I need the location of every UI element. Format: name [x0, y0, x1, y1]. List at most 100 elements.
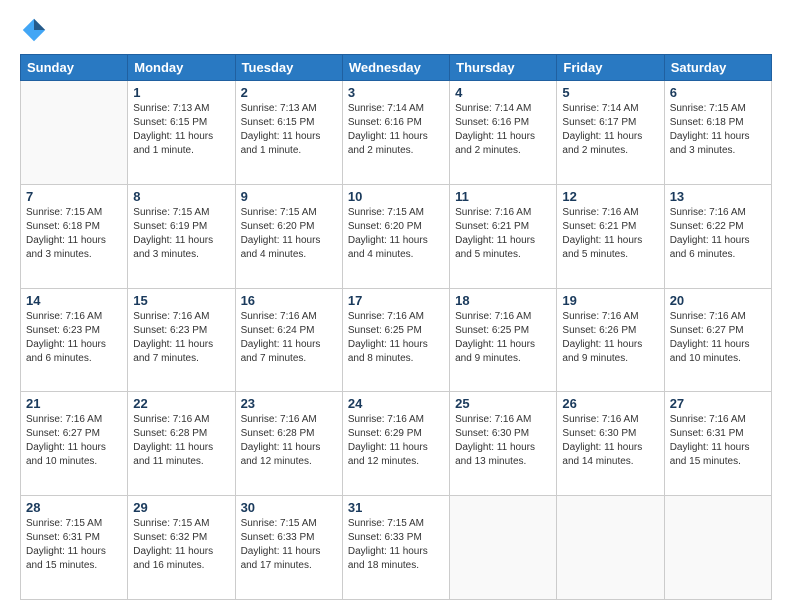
calendar-cell: 3 Sunrise: 7:14 AMSunset: 6:16 PMDaylight…	[342, 81, 449, 185]
calendar-cell: 23 Sunrise: 7:16 AMSunset: 6:28 PMDayligh…	[235, 392, 342, 496]
calendar-cell: 26 Sunrise: 7:16 AMSunset: 6:30 PMDayligh…	[557, 392, 664, 496]
calendar-cell: 11 Sunrise: 7:16 AMSunset: 6:21 PMDayligh…	[450, 184, 557, 288]
day-info: Sunrise: 7:16 AMSunset: 6:23 PMDaylight:…	[133, 310, 229, 366]
logo-icon	[20, 16, 48, 44]
weekday-header-thursday: Thursday	[450, 55, 557, 81]
calendar-week-row: 28 Sunrise: 7:15 AMSunset: 6:31 PMDayligh…	[21, 496, 772, 600]
weekday-header-monday: Monday	[128, 55, 235, 81]
day-number: 22	[133, 396, 229, 411]
day-info: Sunrise: 7:15 AMSunset: 6:19 PMDaylight:…	[133, 206, 229, 262]
day-info: Sunrise: 7:14 AMSunset: 6:16 PMDaylight:…	[455, 102, 551, 158]
calendar-cell: 31Sunrise: 7:15 AMSunset: 6:33 PMDayligh…	[342, 496, 449, 600]
day-number: 13	[670, 189, 766, 204]
day-number: 30	[241, 500, 337, 515]
day-number: 27	[670, 396, 766, 411]
day-info: Sunrise: 7:15 AMSunset: 6:20 PMDaylight:…	[348, 206, 444, 262]
day-info: Sunrise: 7:16 AMSunset: 6:24 PMDaylight:…	[241, 310, 337, 366]
day-info: Sunrise: 7:16 AMSunset: 6:27 PMDaylight:…	[670, 310, 766, 366]
calendar-cell: 25 Sunrise: 7:16 AMSunset: 6:30 PMDayligh…	[450, 392, 557, 496]
day-number: 7	[26, 189, 122, 204]
day-number: 25	[455, 396, 551, 411]
calendar-cell: 2 Sunrise: 7:13 AMSunset: 6:15 PMDaylight…	[235, 81, 342, 185]
calendar-cell: 24Sunrise: 7:16 AMSunset: 6:29 PMDayligh…	[342, 392, 449, 496]
day-number: 1	[133, 85, 229, 100]
header	[20, 16, 772, 44]
calendar-cell: 29 Sunrise: 7:15 AMSunset: 6:32 PMDayligh…	[128, 496, 235, 600]
calendar-cell: 14 Sunrise: 7:16 AMSunset: 6:23 PMDayligh…	[21, 288, 128, 392]
calendar-cell: 18 Sunrise: 7:16 AMSunset: 6:25 PMDayligh…	[450, 288, 557, 392]
calendar-cell: 1Sunrise: 7:13 AMSunset: 6:15 PMDaylight…	[128, 81, 235, 185]
day-number: 23	[241, 396, 337, 411]
calendar-cell	[21, 81, 128, 185]
calendar-cell: 16 Sunrise: 7:16 AMSunset: 6:24 PMDayligh…	[235, 288, 342, 392]
day-number: 2	[241, 85, 337, 100]
day-info: Sunrise: 7:15 AMSunset: 6:32 PMDaylight:…	[133, 517, 229, 573]
weekday-header-saturday: Saturday	[664, 55, 771, 81]
calendar-cell: 9Sunrise: 7:15 AMSunset: 6:20 PMDaylight…	[235, 184, 342, 288]
day-info: Sunrise: 7:15 AMSunset: 6:18 PMDaylight:…	[670, 102, 766, 158]
day-number: 28	[26, 500, 122, 515]
calendar-cell: 15 Sunrise: 7:16 AMSunset: 6:23 PMDayligh…	[128, 288, 235, 392]
day-number: 26	[562, 396, 658, 411]
day-info: Sunrise: 7:16 AMSunset: 6:21 PMDaylight:…	[455, 206, 551, 262]
day-number: 12	[562, 189, 658, 204]
day-info: Sunrise: 7:15 AMSunset: 6:33 PMDaylight:…	[241, 517, 337, 573]
day-number: 29	[133, 500, 229, 515]
day-info: Sunrise: 7:16 AMSunset: 6:21 PMDaylight:…	[562, 206, 658, 262]
day-number: 11	[455, 189, 551, 204]
logo	[20, 16, 52, 44]
day-info: Sunrise: 7:16 AMSunset: 6:30 PMDaylight:…	[455, 413, 551, 469]
day-info: Sunrise: 7:15 AMSunset: 6:18 PMDaylight:…	[26, 206, 122, 262]
calendar-cell: 5Sunrise: 7:14 AMSunset: 6:17 PMDaylight…	[557, 81, 664, 185]
calendar-week-row: 21Sunrise: 7:16 AMSunset: 6:27 PMDayligh…	[21, 392, 772, 496]
day-number: 14	[26, 293, 122, 308]
calendar-header-row: SundayMondayTuesdayWednesdayThursdayFrid…	[21, 55, 772, 81]
calendar-week-row: 1 Sunrise: 7:13 AMSunset: 6:15 PMDaylight…	[21, 81, 772, 185]
weekday-header-sunday: Sunday	[21, 55, 128, 81]
day-info: Sunrise: 7:16 AMSunset: 6:29 PMDaylight:…	[348, 413, 444, 469]
calendar-week-row: 7 Sunrise: 7:15 AMSunset: 6:18 PMDaylight…	[21, 184, 772, 288]
calendar-cell: 7 Sunrise: 7:15 AMSunset: 6:18 PMDaylight…	[21, 184, 128, 288]
day-info: Sunrise: 7:15 AMSunset: 6:33 PMDaylight:…	[348, 517, 444, 573]
day-info: Sunrise: 7:16 AMSunset: 6:23 PMDaylight:…	[26, 310, 122, 366]
day-number: 15	[133, 293, 229, 308]
calendar-cell: 20 Sunrise: 7:16 AMSunset: 6:27 PMDayligh…	[664, 288, 771, 392]
calendar-cell: 28 Sunrise: 7:15 AMSunset: 6:31 PMDayligh…	[21, 496, 128, 600]
day-info: Sunrise: 7:16 AMSunset: 6:26 PMDaylight:…	[562, 310, 658, 366]
calendar-table: SundayMondayTuesdayWednesdayThursdayFrid…	[20, 54, 772, 600]
day-number: 5	[562, 85, 658, 100]
calendar-cell: 21Sunrise: 7:16 AMSunset: 6:27 PMDayligh…	[21, 392, 128, 496]
page: SundayMondayTuesdayWednesdayThursdayFrid…	[0, 0, 792, 612]
calendar-cell: 6 Sunrise: 7:15 AMSunset: 6:18 PMDaylight…	[664, 81, 771, 185]
day-number: 6	[670, 85, 766, 100]
day-number: 8	[133, 189, 229, 204]
day-info: Sunrise: 7:16 AMSunset: 6:31 PMDaylight:…	[670, 413, 766, 469]
day-info: Sunrise: 7:16 AMSunset: 6:28 PMDaylight:…	[133, 413, 229, 469]
calendar-cell: 12 Sunrise: 7:16 AMSunset: 6:21 PMDayligh…	[557, 184, 664, 288]
weekday-header-tuesday: Tuesday	[235, 55, 342, 81]
calendar-cell: 30 Sunrise: 7:15 AMSunset: 6:33 PMDayligh…	[235, 496, 342, 600]
day-number: 20	[670, 293, 766, 308]
day-info: Sunrise: 7:16 AMSunset: 6:22 PMDaylight:…	[670, 206, 766, 262]
day-number: 16	[241, 293, 337, 308]
day-info: Sunrise: 7:13 AMSunset: 6:15 PMDaylight:…	[241, 102, 337, 158]
day-number: 10	[348, 189, 444, 204]
calendar-cell: 8 Sunrise: 7:15 AMSunset: 6:19 PMDaylight…	[128, 184, 235, 288]
calendar-cell	[450, 496, 557, 600]
day-info: Sunrise: 7:14 AMSunset: 6:16 PMDaylight:…	[348, 102, 444, 158]
day-number: 19	[562, 293, 658, 308]
day-info: Sunrise: 7:16 AMSunset: 6:28 PMDaylight:…	[241, 413, 337, 469]
calendar-cell	[557, 496, 664, 600]
calendar-week-row: 14 Sunrise: 7:16 AMSunset: 6:23 PMDayligh…	[21, 288, 772, 392]
day-info: Sunrise: 7:16 AMSunset: 6:30 PMDaylight:…	[562, 413, 658, 469]
day-info: Sunrise: 7:16 AMSunset: 6:25 PMDaylight:…	[455, 310, 551, 366]
calendar-cell: 10 Sunrise: 7:15 AMSunset: 6:20 PMDayligh…	[342, 184, 449, 288]
calendar-cell: 4Sunrise: 7:14 AMSunset: 6:16 PMDaylight…	[450, 81, 557, 185]
day-number: 17	[348, 293, 444, 308]
day-number: 3	[348, 85, 444, 100]
calendar-cell: 17Sunrise: 7:16 AMSunset: 6:25 PMDayligh…	[342, 288, 449, 392]
weekday-header-friday: Friday	[557, 55, 664, 81]
calendar-cell: 27 Sunrise: 7:16 AMSunset: 6:31 PMDayligh…	[664, 392, 771, 496]
day-number: 18	[455, 293, 551, 308]
day-info: Sunrise: 7:15 AMSunset: 6:31 PMDaylight:…	[26, 517, 122, 573]
